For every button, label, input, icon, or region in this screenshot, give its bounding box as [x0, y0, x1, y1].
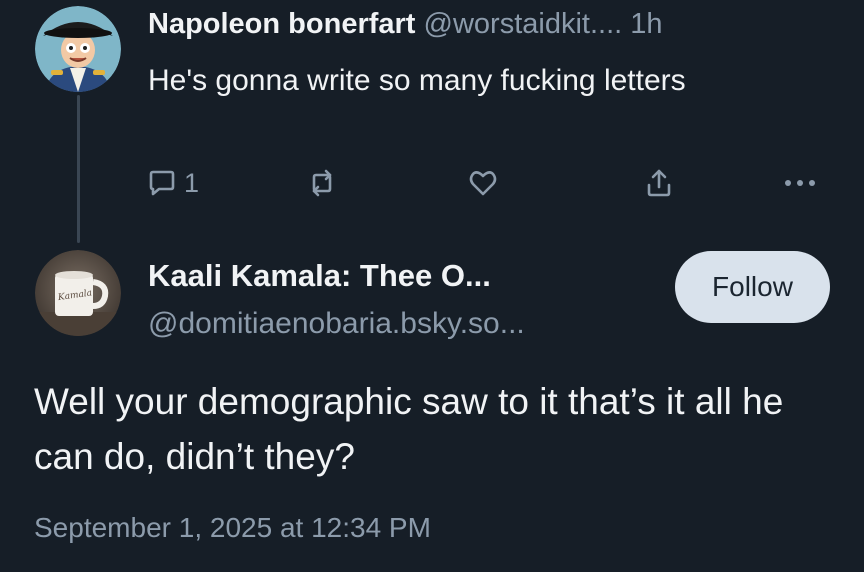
like-button[interactable]	[467, 160, 499, 206]
more-button[interactable]	[782, 160, 818, 206]
parent-action-bar: 1	[0, 160, 864, 206]
parent-post-text: He's gonna write so many fucking letters	[148, 64, 686, 97]
heart-icon	[469, 171, 497, 196]
reply-post-text: Well your demographic saw to it that’s i…	[34, 381, 784, 477]
comment-icon	[149, 170, 175, 196]
parent-time: 1h	[630, 8, 663, 40]
more-icon	[785, 180, 815, 186]
repost-button[interactable]	[306, 160, 338, 206]
parent-handle[interactable]: @worstaidkit....	[424, 8, 623, 40]
reply-count: 1	[184, 167, 200, 198]
parent-post-header: Napoleon bonerfart @worstaidkit.... 1h	[148, 4, 663, 44]
repost-icon	[312, 169, 332, 197]
follow-button[interactable]: Follow	[675, 251, 830, 323]
reply-handle[interactable]: @domitiaenobaria.bsky.so...	[148, 304, 525, 344]
napoleon-avatar[interactable]	[35, 6, 121, 92]
share-icon	[647, 169, 671, 197]
parent-display-name[interactable]: Napoleon bonerfart	[148, 8, 415, 40]
reply-display-name[interactable]: Kaali Kamala: Thee O...	[148, 256, 491, 296]
post-timestamp: September 1, 2025 at 12:34 PM	[34, 512, 431, 543]
share-button[interactable]	[643, 160, 675, 206]
reply-button[interactable]: 1	[146, 160, 199, 206]
mug-avatar[interactable]: Kamala	[35, 250, 121, 336]
